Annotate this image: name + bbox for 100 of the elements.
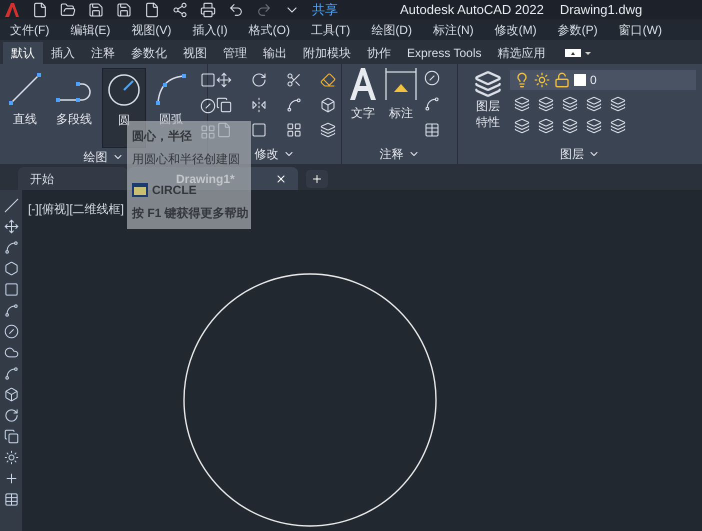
- polygon-icon[interactable]: [4, 261, 18, 276]
- tooltip-description: 用圆心和半径创建圆: [132, 151, 241, 168]
- copy-icon[interactable]: [4, 429, 18, 444]
- print-icon[interactable]: [200, 2, 216, 18]
- color-swatch: [574, 74, 586, 86]
- rotate-icon[interactable]: [4, 408, 18, 423]
- menu-item[interactable]: 视图(V): [131, 20, 172, 38]
- tooltip-help: 按 F1 键获得更多帮助: [132, 205, 246, 222]
- curve-icon[interactable]: [4, 366, 18, 381]
- layers-icon[interactable]: [562, 118, 578, 134]
- layers-icon[interactable]: [610, 96, 626, 112]
- line-icon: [8, 72, 42, 106]
- layers-icon[interactable]: [514, 96, 530, 112]
- close-icon[interactable]: [274, 172, 287, 184]
- undo-icon[interactable]: [228, 2, 244, 18]
- ribbon-tool-button[interactable]: 直线: [4, 68, 46, 148]
- unlock-icon: [554, 72, 570, 88]
- circle-icon[interactable]: [4, 324, 18, 339]
- sun-icon: [534, 72, 550, 88]
- layers-icon[interactable]: [562, 96, 578, 112]
- app-logo-icon[interactable]: [4, 2, 20, 18]
- rotate-icon[interactable]: [250, 72, 267, 88]
- text-icon: [348, 66, 378, 102]
- panel-title[interactable]: 绘图: [84, 148, 124, 166]
- curve-icon[interactable]: [4, 303, 18, 318]
- panel-title[interactable]: 注释: [380, 145, 420, 163]
- box-icon[interactable]: [4, 387, 18, 402]
- save-as-icon[interactable]: [116, 2, 132, 18]
- redo-icon[interactable]: [256, 2, 272, 18]
- circle-slash-icon[interactable]: [424, 70, 440, 86]
- cube-icon[interactable]: [320, 97, 336, 113]
- layers-icon[interactable]: [538, 118, 554, 134]
- line-icon[interactable]: [4, 198, 18, 213]
- arc-icon: [154, 72, 188, 106]
- ribbon-tab[interactable]: 附加模块: [295, 42, 359, 64]
- layers-icon: [474, 70, 502, 98]
- dimension-icon: [384, 66, 418, 102]
- panel-title[interactable]: 图层: [560, 145, 600, 163]
- file-title: Drawing1.dwg: [560, 0, 642, 19]
- layers-icon[interactable]: [586, 96, 602, 112]
- menu-item[interactable]: 格式(O): [248, 20, 290, 38]
- scissors-icon[interactable]: [286, 72, 302, 88]
- new-file-icon[interactable]: [32, 2, 48, 18]
- share-icon[interactable]: [172, 2, 188, 18]
- ribbon-tab[interactable]: 插入: [43, 42, 83, 64]
- layers-icon[interactable]: [514, 118, 530, 134]
- layer-dropdown[interactable]: 0: [510, 70, 696, 90]
- viewport-label[interactable]: [-][俯视][二维线框]: [28, 200, 124, 218]
- file-tab[interactable]: 开始: [18, 167, 128, 190]
- plus-icon[interactable]: [4, 471, 18, 486]
- sun-icon[interactable]: [4, 450, 18, 465]
- grid-icon[interactable]: [4, 492, 18, 507]
- ribbon-tab[interactable]: 精选应用: [489, 42, 554, 64]
- new-tab-button[interactable]: [306, 170, 328, 188]
- document-icon[interactable]: [144, 2, 160, 18]
- menu-item[interactable]: 窗口(W): [618, 20, 662, 38]
- rectangle-icon[interactable]: [200, 72, 216, 88]
- app-title: Autodesk AutoCAD 2022: [400, 0, 544, 19]
- menu-item[interactable]: 插入(I): [192, 20, 228, 38]
- open-folder-icon[interactable]: [60, 2, 76, 18]
- eraser-icon[interactable]: [320, 72, 336, 88]
- move-icon[interactable]: [216, 72, 232, 88]
- menu-item[interactable]: 标注(N): [432, 20, 474, 38]
- panel-title[interactable]: 修改: [254, 145, 294, 163]
- ribbon-tab[interactable]: 参数化: [123, 42, 175, 64]
- menu-item[interactable]: 参数(P): [558, 20, 598, 38]
- panel-toggle-icon[interactable]: [565, 48, 592, 58]
- layer-name: 0: [590, 72, 597, 89]
- ribbon-tab[interactable]: 管理: [215, 42, 255, 64]
- menu-item[interactable]: 工具(T): [310, 20, 350, 38]
- save-icon[interactable]: [88, 2, 104, 18]
- ribbon-tab[interactable]: 输出: [255, 42, 295, 64]
- move-icon[interactable]: [4, 219, 18, 234]
- layers-icon[interactable]: [586, 118, 602, 134]
- ribbon-tool-button[interactable]: 文字: [348, 66, 378, 138]
- menu-item[interactable]: 文件(F): [10, 20, 50, 38]
- ribbon-tool-button[interactable]: 多段线: [50, 68, 98, 148]
- share-button[interactable]: 共享: [312, 0, 338, 20]
- copy-icon[interactable]: [216, 97, 232, 113]
- curve-icon[interactable]: [4, 240, 18, 255]
- ribbon-tab[interactable]: 注释: [83, 42, 123, 64]
- ribbon-tab[interactable]: 视图: [175, 42, 215, 64]
- menu-item[interactable]: 编辑(E): [70, 20, 110, 38]
- mirror-icon[interactable]: [250, 97, 267, 113]
- rectangle-icon[interactable]: [4, 282, 18, 297]
- cloud-icon[interactable]: [4, 345, 18, 360]
- layer-properties-button[interactable]: 图层特性: [474, 70, 502, 134]
- ribbon-tool-button[interactable]: 标注: [384, 66, 418, 138]
- ribbon-tab[interactable]: Express Tools: [399, 42, 490, 64]
- table-icon[interactable]: [424, 122, 440, 138]
- layers-icon[interactable]: [538, 96, 554, 112]
- ribbon-tab[interactable]: 协作: [359, 42, 399, 64]
- menu-item[interactable]: 绘图(D): [371, 20, 412, 38]
- menu-item[interactable]: 修改(M): [494, 20, 537, 38]
- layers-icon[interactable]: [610, 118, 626, 134]
- circle-icon: [107, 73, 141, 107]
- array-icon[interactable]: [286, 122, 302, 138]
- ribbon-tab[interactable]: 默认: [3, 42, 43, 64]
- command-icon: [132, 183, 148, 197]
- plus-icon: [311, 173, 323, 185]
